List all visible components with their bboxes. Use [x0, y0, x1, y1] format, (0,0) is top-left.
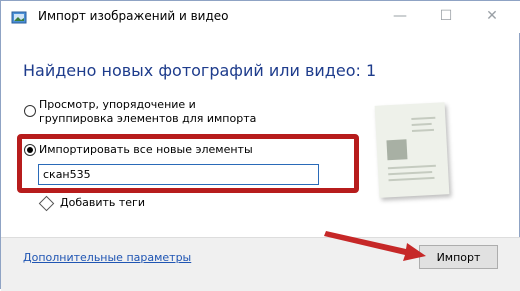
tag-icon	[38, 195, 55, 211]
annotation-highlight-box	[17, 134, 359, 193]
more-options-link[interactable]: Дополнительные параметры	[23, 251, 191, 264]
page-heading: Найдено новых фотографий или видео: 1	[23, 61, 377, 80]
import-dialog: Импорт изображений и видео — ☐ ✕ Найдено…	[0, 0, 520, 291]
import-button[interactable]: Импорт	[419, 245, 498, 269]
add-tags-label: Добавить теги	[60, 196, 145, 209]
review-option-radio[interactable]	[24, 105, 36, 117]
document-thumbnail	[374, 102, 450, 198]
close-button[interactable]: ✕	[469, 1, 515, 31]
app-icon	[11, 11, 27, 24]
maximize-button[interactable]: ☐	[423, 1, 469, 31]
add-tags-row[interactable]: Добавить теги	[38, 195, 145, 211]
window-title: Импорт изображений и видео	[38, 9, 229, 23]
minimize-button[interactable]: —	[377, 1, 423, 31]
review-option-label[interactable]: Просмотр, упорядочение и группировка эле…	[39, 98, 259, 126]
title-bar: Импорт изображений и видео — ☐ ✕	[1, 1, 520, 33]
